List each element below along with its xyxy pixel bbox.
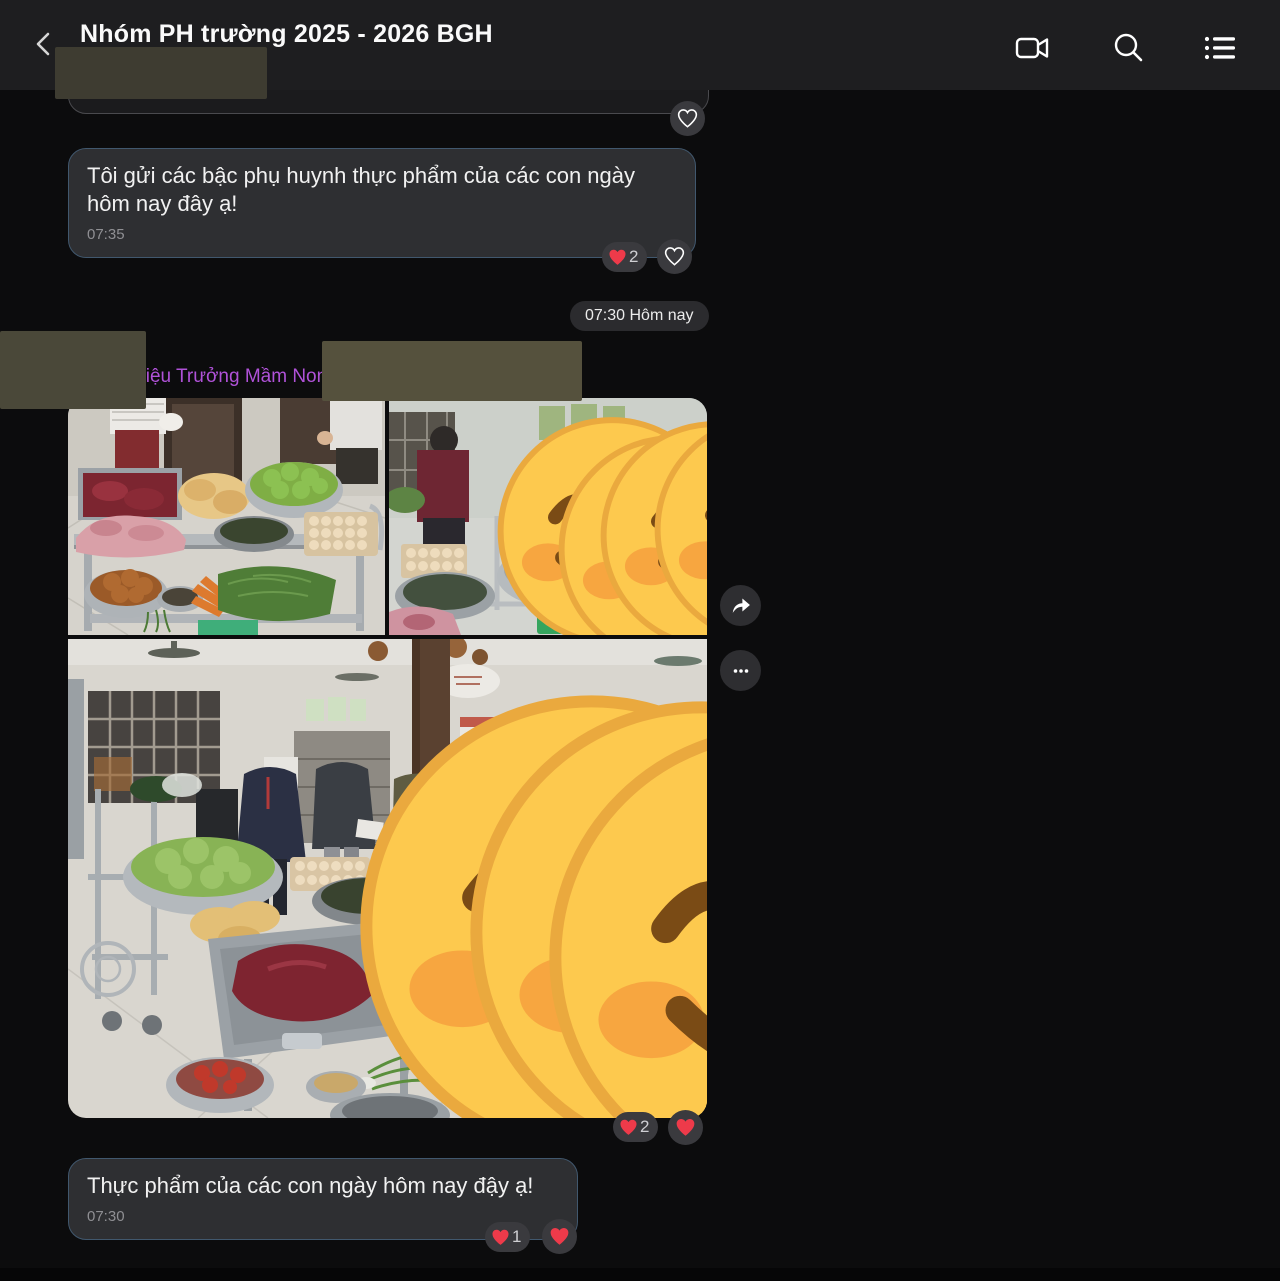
- message-text: Thực phẩm của các con ngày hôm nay đậy ạ…: [87, 1172, 559, 1200]
- heart-emoji-icon: [491, 1228, 510, 1247]
- heart-emoji-icon: [619, 1118, 638, 1137]
- back-icon[interactable]: [30, 30, 58, 58]
- share-forward-button[interactable]: [720, 585, 761, 626]
- reaction-pill[interactable]: 1: [485, 1222, 530, 1252]
- heart-filled-icon: [549, 1226, 570, 1247]
- kitchen-scene: [68, 639, 707, 1118]
- redaction-blur: [322, 341, 582, 401]
- chat-screen: Nhóm PH trường 2025 - 2026 BGH Tôi gửi c…: [0, 0, 1280, 1281]
- date-divider: 07:30 Hôm nay: [570, 301, 709, 331]
- bottom-bar: [0, 1268, 1280, 1281]
- chat-title[interactable]: Nhóm PH trường 2025 - 2026 BGH: [80, 20, 493, 49]
- react-heart-button[interactable]: [657, 239, 692, 274]
- photo-weighing-produce[interactable]: [389, 398, 707, 635]
- redaction-blur: [55, 47, 267, 99]
- photo-kitchen-inspection[interactable]: [68, 639, 707, 1118]
- reaction-pill[interactable]: 2: [602, 242, 647, 272]
- weighing-scene: [389, 398, 707, 635]
- react-heart-button[interactable]: [668, 1110, 703, 1145]
- heart-outline-icon: [664, 246, 685, 267]
- reaction-count: 1: [512, 1227, 521, 1247]
- food-cart-scene: [68, 398, 385, 635]
- reaction-pill[interactable]: 2: [613, 1112, 658, 1142]
- react-heart-button[interactable]: [542, 1219, 577, 1254]
- photo-food-cart[interactable]: [68, 398, 385, 635]
- message-text: Tôi gửi các bậc phụ huynh thực phẩm của …: [87, 162, 677, 218]
- share-forward-icon: [730, 595, 752, 617]
- heart-emoji-icon: [608, 248, 627, 267]
- heart-filled-icon: [675, 1117, 696, 1138]
- redaction-blur: [0, 331, 146, 409]
- menu-list-icon[interactable]: [1200, 28, 1240, 68]
- sender-name[interactable]: Hiệu Trưởng Mầm Non: [132, 366, 327, 388]
- video-call-icon[interactable]: [1012, 28, 1052, 68]
- react-heart-button[interactable]: [670, 101, 705, 136]
- more-options-icon: [730, 660, 752, 682]
- heart-outline-icon: [677, 108, 698, 129]
- reaction-count: 2: [629, 247, 638, 267]
- message-time: 07:35: [87, 221, 677, 249]
- more-options-button[interactable]: [720, 650, 761, 691]
- search-icon[interactable]: [1108, 28, 1148, 68]
- reaction-count: 2: [640, 1117, 649, 1137]
- message-bubble[interactable]: Tôi gửi các bậc phụ huynh thực phẩm của …: [68, 148, 696, 258]
